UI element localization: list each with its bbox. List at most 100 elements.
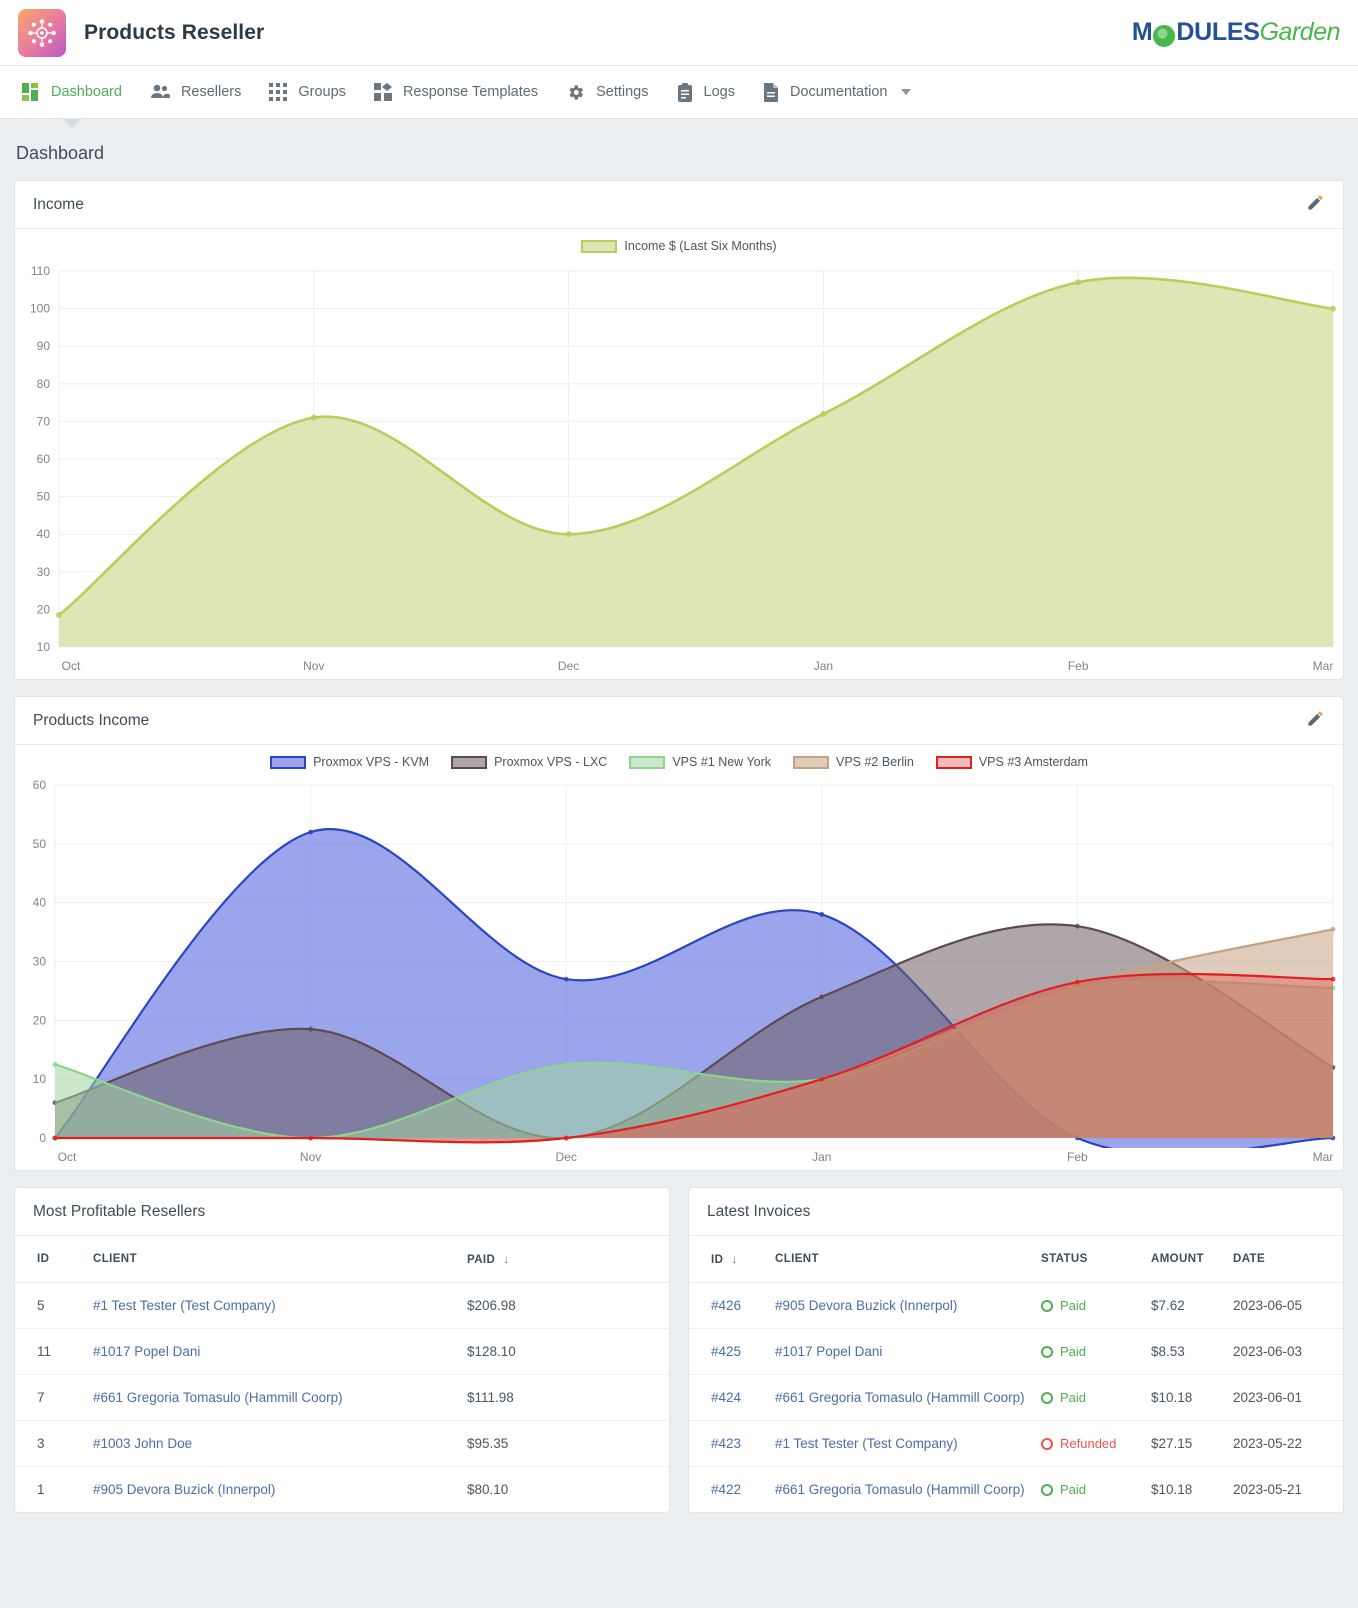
svg-text:0: 0 [39, 1131, 46, 1145]
client-link[interactable]: #1 Test Tester (Test Company) [775, 1436, 958, 1451]
income-chart-body: Income $ (Last Six Months) 1020304050607… [15, 229, 1343, 679]
cell-client: #661 Gregoria Tomasulo (Hammill Coorp) [767, 1375, 1033, 1421]
legend-color-swatch [629, 756, 665, 769]
invoice-link[interactable]: #423 [711, 1436, 741, 1451]
client-link[interactable]: #661 Gregoria Tomasulo (Hammill Coorp) [775, 1482, 1025, 1497]
cell-date: 2023-06-03 [1225, 1329, 1343, 1375]
app-logo [18, 9, 66, 57]
svg-text:90: 90 [37, 339, 51, 353]
page-title: Dashboard [14, 119, 1344, 180]
main-navigation: Dashboard Resellers Groups [0, 66, 1358, 119]
network-nodes-icon [27, 18, 57, 48]
svg-text:100: 100 [30, 302, 50, 316]
arrow-down-icon: ↓ [731, 1252, 737, 1266]
cell-date: 2023-05-22 [1225, 1421, 1343, 1467]
modulesgarden-logo: M DULES Garden [1132, 18, 1340, 47]
legend-item[interactable]: Proxmox VPS - LXC [451, 755, 607, 769]
chevron-down-icon[interactable] [901, 89, 911, 95]
status-ring-icon [1041, 1392, 1053, 1404]
table-row: 11#1017 Popel Dani$128.10 [15, 1329, 669, 1375]
pencil-icon[interactable] [1306, 193, 1325, 217]
nav-label-dashboard: Dashboard [51, 84, 122, 100]
products-income-card-title: Products Income [33, 712, 149, 730]
income-plot: 102030405060708090100110 [15, 257, 1343, 657]
nav-item-logs[interactable]: Logs [663, 66, 749, 118]
legend-item[interactable]: VPS #3 Amsterdam [936, 755, 1088, 769]
cell-id: 3 [15, 1421, 85, 1467]
cell-amount: $10.18 [1143, 1467, 1225, 1513]
legend-item[interactable]: VPS #1 New York [629, 755, 771, 769]
cell-client: #1 Test Tester (Test Company) [767, 1421, 1033, 1467]
client-link[interactable]: #905 Devora Buzick (Innerpol) [775, 1298, 957, 1313]
invoice-link[interactable]: #424 [711, 1390, 741, 1405]
client-link[interactable]: #661 Gregoria Tomasulo (Hammill Coorp) [93, 1390, 343, 1405]
invoice-link[interactable]: #426 [711, 1298, 741, 1313]
svg-text:110: 110 [31, 264, 50, 278]
client-link[interactable]: #905 Devora Buzick (Innerpol) [93, 1482, 275, 1497]
income-card: Income Income $ (Last Six Months) 102030… [14, 180, 1344, 680]
x-axis-tick-label: Nov [300, 1150, 321, 1164]
status-badge: Paid [1041, 1482, 1135, 1497]
cell-status: Refunded [1033, 1421, 1143, 1467]
legend-item[interactable]: Proxmox VPS - KVM [270, 755, 429, 769]
svg-text:20: 20 [33, 1013, 47, 1027]
products-income-card-header: Products Income [15, 697, 1343, 745]
invoice-link[interactable]: #422 [711, 1482, 741, 1497]
nav-item-settings[interactable]: Settings [552, 66, 662, 118]
nav-item-dashboard[interactable]: Dashboard [8, 66, 136, 118]
nav-item-groups[interactable]: Groups [255, 66, 360, 118]
status-badge: Paid [1041, 1344, 1135, 1359]
legend-color-swatch [270, 756, 306, 769]
column-header-client[interactable]: CLIENT [85, 1236, 459, 1283]
client-link[interactable]: #661 Gregoria Tomasulo (Hammill Coorp) [775, 1390, 1025, 1405]
resellers-table: ID CLIENT PAID↓ 5#1 Test Tester (Test Co… [15, 1236, 669, 1512]
status-badge: Paid [1041, 1298, 1135, 1313]
cell-invoice-id: #423 [689, 1421, 767, 1467]
resellers-table-body: 5#1 Test Tester (Test Company)$206.9811#… [15, 1283, 669, 1513]
legend-item[interactable]: Income $ (Last Six Months) [581, 239, 776, 253]
income-card-title: Income [33, 196, 84, 214]
client-link[interactable]: #1017 Popel Dani [775, 1344, 882, 1359]
column-header-id[interactable]: ID [15, 1236, 85, 1283]
nav-item-documentation[interactable]: Documentation [749, 66, 926, 118]
column-header-status[interactable]: STATUS [1033, 1236, 1143, 1283]
column-label-paid: PAID [467, 1254, 495, 1266]
cell-amount: $8.53 [1143, 1329, 1225, 1375]
cell-client: #1017 Popel Dani [767, 1329, 1033, 1375]
cell-client: #905 Devora Buzick (Innerpol) [767, 1283, 1033, 1329]
status-badge: Paid [1041, 1390, 1135, 1405]
column-header-date[interactable]: DATE [1225, 1236, 1343, 1283]
cell-client: #1 Test Tester (Test Company) [85, 1283, 459, 1329]
table-row: #425 #1017 Popel Dani Paid $8.532023-06-03 [689, 1329, 1343, 1375]
legend-label: Proxmox VPS - LXC [494, 755, 607, 769]
clipboard-icon [677, 83, 693, 102]
brand-part-3: Garden [1260, 18, 1340, 47]
invoices-card-title: Latest Invoices [707, 1203, 810, 1221]
column-header-paid[interactable]: PAID↓ [459, 1236, 669, 1283]
dashboard-grid-icon [22, 83, 40, 101]
nav-item-resellers[interactable]: Resellers [136, 66, 255, 118]
column-header-client[interactable]: CLIENT [767, 1236, 1033, 1283]
svg-text:10: 10 [33, 1072, 47, 1086]
cell-invoice-id: #425 [689, 1329, 767, 1375]
column-header-id[interactable]: ID↓ [689, 1236, 767, 1283]
svg-text:80: 80 [37, 377, 51, 391]
nav-item-response-templates[interactable]: Response Templates [360, 66, 552, 118]
income-card-header: Income [15, 181, 1343, 229]
invoice-link[interactable]: #425 [711, 1344, 741, 1359]
pencil-icon[interactable] [1306, 709, 1325, 733]
cell-invoice-id: #426 [689, 1283, 767, 1329]
client-link[interactable]: #1 Test Tester (Test Company) [93, 1298, 276, 1313]
products-income-plot: 0102030405060 [15, 773, 1343, 1148]
cell-paid: $95.35 [459, 1421, 669, 1467]
client-link[interactable]: #1003 John Doe [93, 1436, 192, 1451]
products-income-card: Products Income Proxmox VPS - KVMProxmox… [14, 696, 1344, 1171]
document-icon [763, 83, 779, 102]
cell-client: #661 Gregoria Tomasulo (Hammill Coorp) [85, 1375, 459, 1421]
tables-row: Most Profitable Resellers ID CLIENT PAID… [14, 1187, 1344, 1529]
legend-label: VPS #2 Berlin [836, 755, 914, 769]
legend-item[interactable]: VPS #2 Berlin [793, 755, 914, 769]
client-link[interactable]: #1017 Popel Dani [93, 1344, 200, 1359]
products-income-chart-legend: Proxmox VPS - KVM Proxmox VPS - LXC VPS #1… [15, 745, 1343, 773]
column-header-amount[interactable]: AMOUNT [1143, 1236, 1225, 1283]
